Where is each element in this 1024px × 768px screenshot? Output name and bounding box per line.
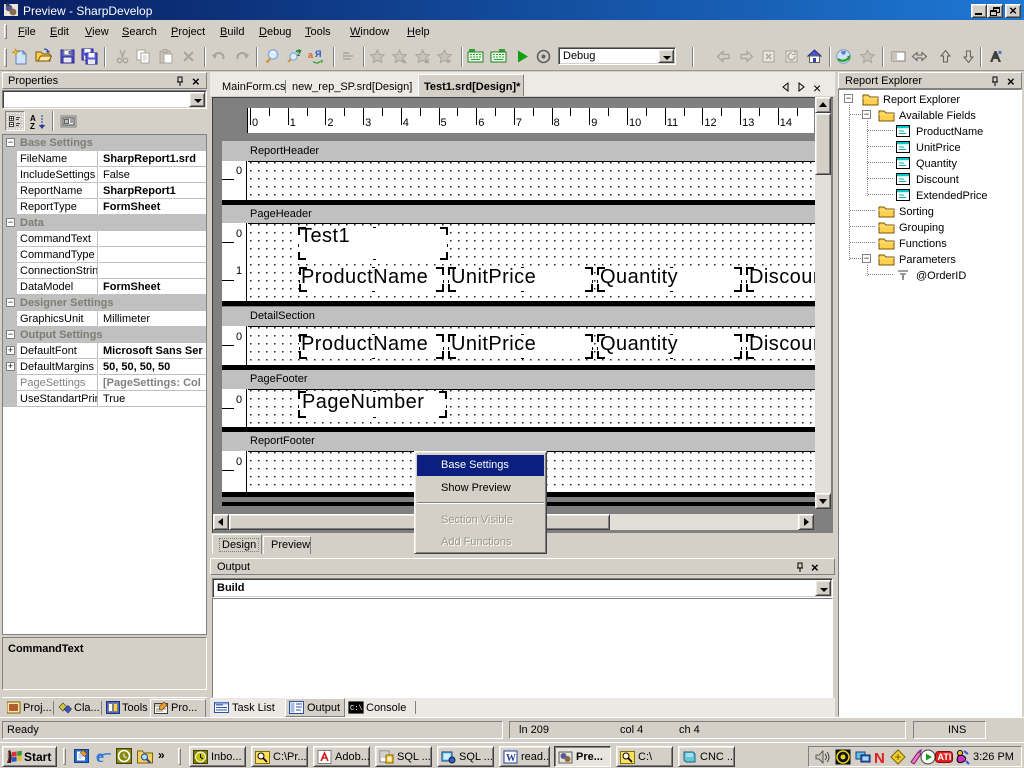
svg-text:Z: Z xyxy=(30,122,35,130)
svg-text:a: a xyxy=(308,50,314,60)
svg-text:W: W xyxy=(506,753,516,764)
svg-text:Я: Я xyxy=(315,49,321,59)
svg-text:C:\: C:\ xyxy=(350,705,363,713)
svg-text:ATI: ATI xyxy=(938,752,952,762)
svg-text:N: N xyxy=(874,750,885,765)
